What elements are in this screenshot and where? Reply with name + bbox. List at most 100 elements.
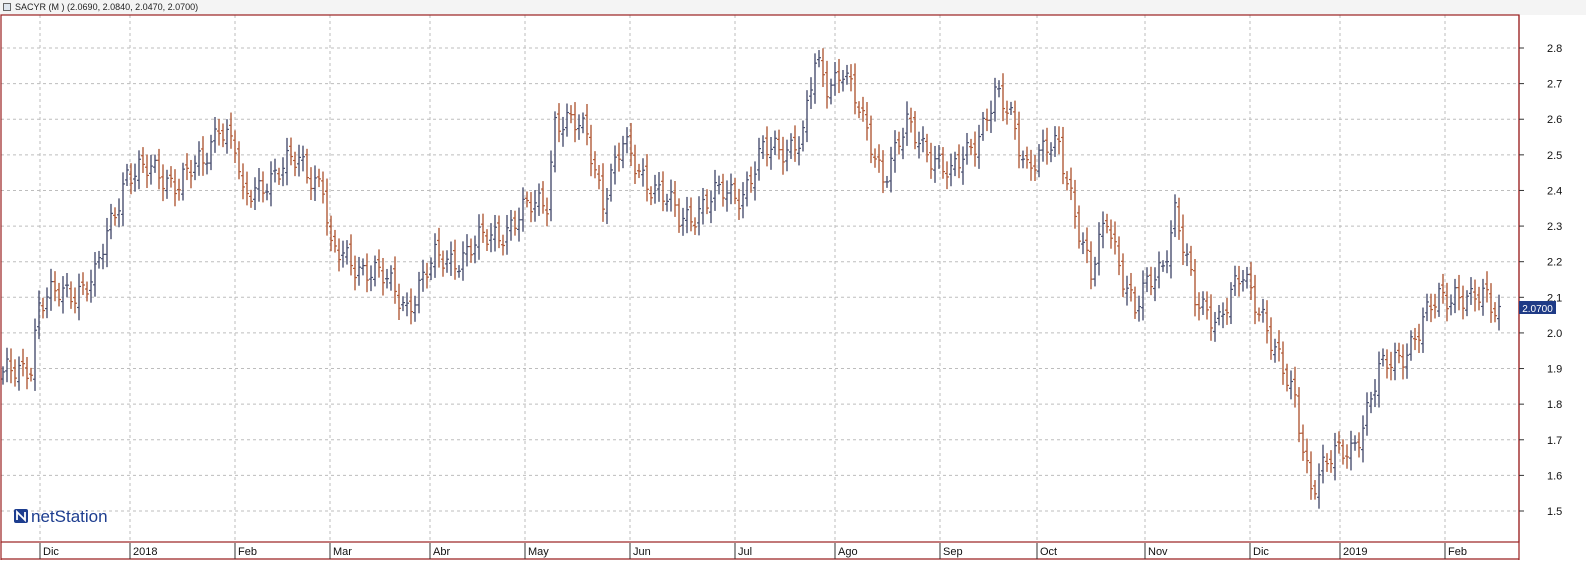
ohlc-bar [549,150,553,222]
ohlc-bar [1081,232,1085,255]
ohlc-bar [69,281,73,309]
ohlc-bar [517,207,521,242]
ohlc-bar [1057,126,1061,155]
ohlc-bar [197,141,201,176]
ohlc-bar [1149,266,1153,296]
x-tick-label: Sep [943,546,963,558]
ohlc-bar [217,118,221,146]
ohlc-bar [961,146,965,185]
ohlc-bar [705,189,709,215]
ohlc-bar [1217,305,1221,326]
ohlc-bar [545,197,549,227]
ohlc-bar [265,183,269,201]
ohlc-bar [409,288,413,325]
ohlc-bar [1073,179,1077,229]
ohlc-bar [1197,292,1201,321]
ohlc-bar [133,163,137,192]
ohlc-bar [845,64,849,85]
ohlc-bar [941,147,945,179]
ohlc-bar [1177,197,1181,240]
ohlc-bar [1053,126,1057,157]
ohlc-bar [45,287,49,319]
ohlc-bar [805,90,809,143]
x-tick-label: Oct [1040,546,1057,558]
ohlc-bar [825,60,829,109]
ohlc-bar [1493,302,1497,323]
ohlc-bar [1289,370,1293,400]
ohlc-bar [717,175,721,195]
ohlc-bar [537,183,541,216]
ohlc-bar [1465,290,1469,317]
ohlc-bar [261,171,265,203]
ohlc-bar [461,241,465,281]
x-tick-label: Ago [838,546,858,558]
ohlc-bar [1153,267,1157,302]
ohlc-bar [1361,415,1365,463]
ohlc-bar [181,162,185,201]
ohlc-bar [1173,194,1177,238]
ohlc-bar [993,77,997,122]
ohlc-bar [581,112,585,134]
ohlc-bar [1077,205,1081,249]
ohlc-bar [1393,342,1397,381]
ohlc-bar [5,347,9,383]
ohlc-bar [653,174,657,204]
ohlc-bar [605,188,609,225]
ohlc-bar [649,186,653,206]
ohlc-bar [269,161,273,207]
ohlc-bar [577,114,581,140]
y-tick-label: 1.7 [1547,435,1562,447]
ohlc-bar [1461,285,1465,320]
ohlc-bar [1205,291,1209,320]
ohlc-bar [981,111,985,141]
ohlc-bar [1189,245,1193,276]
ohlc-bar [665,193,669,212]
ohlc-bar [49,268,53,311]
ohlc-bar [1369,391,1373,414]
ohlc-bar [589,124,593,177]
ohlc-bar [381,257,385,296]
ohlc-bar [61,276,65,314]
ohlc-bar [973,131,977,167]
ohlc-bar [1321,444,1325,484]
y-tick-label: 2.8 [1547,43,1562,55]
ohlc-bar [1301,424,1305,461]
ohlc-bar [493,214,497,252]
ohlc-bar [509,209,513,241]
ohlc-bar [485,229,489,251]
ohlc-bar [189,159,193,189]
ohlc-bar [373,255,377,287]
ohlc-bar [433,233,437,278]
ohlc-bar [241,163,245,200]
ohlc-bar [857,101,861,119]
ohlc-bar [453,239,457,280]
price-chart[interactable]: 1.51.61.71.81.92.02.12.22.32.42.52.62.72… [0,0,1586,566]
ohlc-bar [881,150,885,194]
ohlc-bar [829,78,833,105]
ohlc-bar [1045,127,1049,165]
ohlc-bar [853,63,857,115]
ohlc-bar [1021,150,1025,169]
ohlc-bar [685,196,689,234]
ohlc-bar [757,137,761,181]
ohlc-bar [65,272,69,298]
ohlc-bar [1261,298,1265,323]
ohlc-bar [541,181,545,214]
ohlc-bar [153,154,157,173]
ohlc-bar [597,164,601,190]
ohlc-bar [1317,463,1321,509]
ohlc-bar [405,292,409,317]
ohlc-bar [441,250,445,277]
ohlc-bar [413,295,417,322]
ohlc-bar [613,145,617,185]
ohlc-bar [1001,73,1005,122]
ohlc-bar [105,217,109,268]
ohlc-bar [661,171,665,212]
ohlc-bar [1089,241,1093,290]
ohlc-bar [1277,330,1281,362]
ohlc-bar [697,196,701,236]
x-tick-label: Mar [333,546,352,558]
ohlc-bar [229,112,233,149]
ohlc-bar [997,80,1001,98]
ohlc-bar [841,69,845,92]
